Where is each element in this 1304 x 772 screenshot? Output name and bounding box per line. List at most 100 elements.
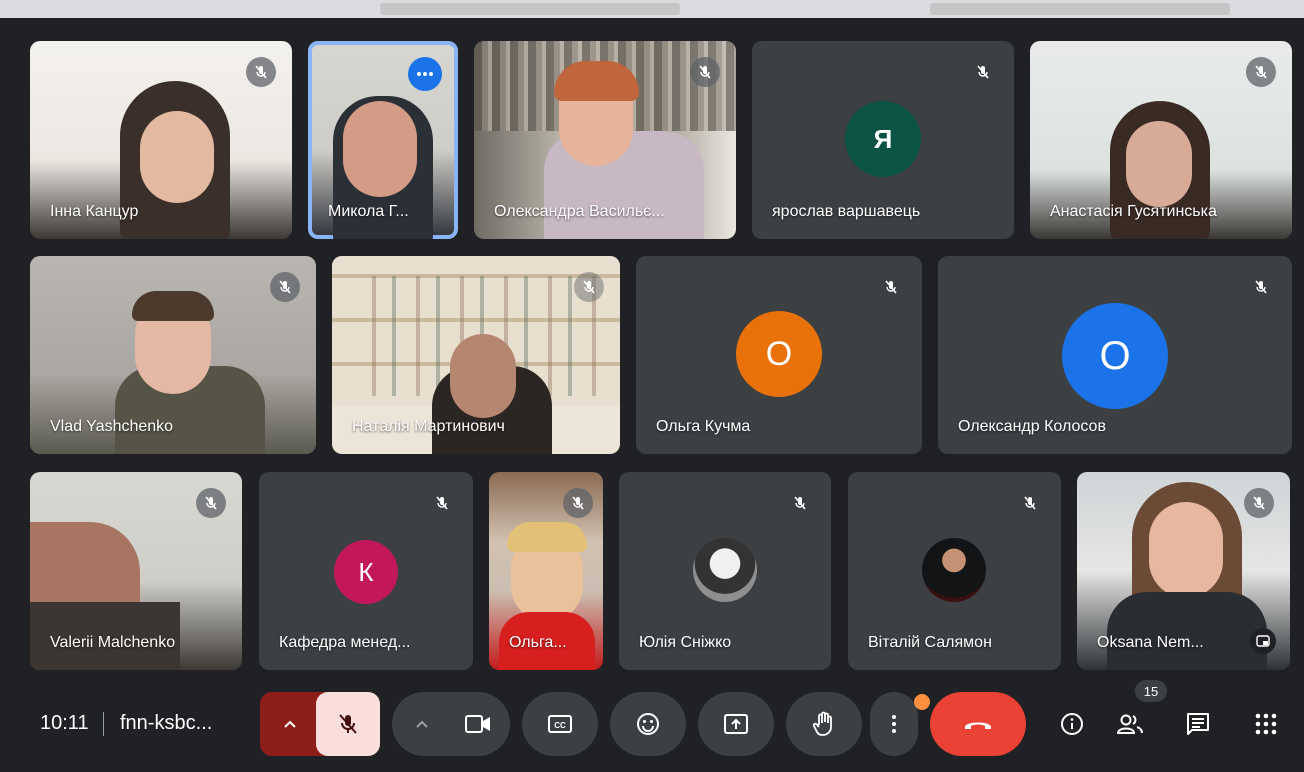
present-icon <box>724 714 748 734</box>
chevron-up-icon <box>284 720 296 728</box>
participant-tile[interactable]: Oksana Nem... <box>1077 472 1290 670</box>
activities-icon <box>1255 713 1277 735</box>
avatar: Я <box>845 101 921 177</box>
notification-dot <box>914 694 930 710</box>
video-hair <box>554 61 639 101</box>
participant-name: Микола Г... <box>328 203 409 220</box>
participant-name: Віталій Салямон <box>868 634 992 651</box>
avatar-initial: О <box>1099 333 1131 378</box>
people-button[interactable] <box>1106 700 1154 748</box>
participant-tile[interactable]: Олександра Васильє... <box>474 41 736 239</box>
participant-name: Олександра Васильє... <box>494 203 665 220</box>
participant-tile[interactable]: Микола Г... <box>308 41 458 239</box>
participant-tile[interactable]: Віталій Салямон <box>848 472 1061 670</box>
mic-off-icon <box>968 57 998 87</box>
mic-off-icon <box>1246 272 1276 302</box>
participant-name: Vlad Yashchenko <box>50 418 174 435</box>
mic-off-icon <box>690 57 720 87</box>
more-options-icon[interactable] <box>408 57 442 91</box>
chat-button[interactable] <box>1174 700 1222 748</box>
people-icon <box>1116 714 1143 734</box>
leave-call-button[interactable] <box>930 692 1026 756</box>
meeting-info-button[interactable] <box>1048 700 1096 748</box>
more-options-button[interactable] <box>870 692 918 756</box>
more-options-icon <box>892 715 896 733</box>
avatar <box>922 538 986 602</box>
mic-off-icon <box>246 57 276 87</box>
video-face <box>1149 502 1223 598</box>
chevron-up-icon <box>416 720 428 728</box>
mic-off-icon <box>427 488 457 518</box>
mic-off-icon <box>785 488 815 518</box>
browser-tab-strip <box>0 0 1304 18</box>
participant-name: ярослав варшавець <box>772 203 921 220</box>
participant-tile[interactable]: Я ярослав варшавець <box>752 41 1014 239</box>
avatar: К <box>334 540 398 604</box>
camera-icon <box>465 715 490 733</box>
info-icon <box>1061 713 1083 735</box>
present-button[interactable] <box>698 692 774 756</box>
participant-name: Наталія Мартинович <box>352 418 505 435</box>
emoji-icon <box>637 713 659 735</box>
audio-options-button[interactable] <box>266 700 314 748</box>
participant-tile[interactable]: Valerii Malchenko <box>30 472 242 670</box>
mic-off-icon <box>196 488 226 518</box>
mic-off-icon <box>574 272 604 302</box>
mic-off-icon <box>563 488 593 518</box>
raise-hand-button[interactable] <box>786 692 862 756</box>
activities-button[interactable] <box>1242 700 1290 748</box>
pip-icon[interactable] <box>1250 628 1276 654</box>
browser-tab[interactable] <box>930 3 1230 15</box>
participant-tile[interactable]: Ольга... <box>489 472 603 670</box>
browser-tab[interactable] <box>380 3 680 15</box>
video-hair <box>507 522 587 552</box>
participant-tile[interactable]: Інна Канцур <box>30 41 292 239</box>
avatar-initial: К <box>358 556 374 587</box>
mic-off-icon <box>339 714 357 734</box>
avatar-initial: Я <box>873 123 893 154</box>
camera-toggle-button[interactable] <box>446 692 510 756</box>
participant-tile[interactable]: О Ольга Кучма <box>636 256 922 454</box>
captions-icon: CC <box>548 715 572 733</box>
meeting-code: fnn-ksbc... <box>120 712 213 734</box>
video-face <box>140 111 214 203</box>
video-face <box>1126 121 1192 207</box>
participant-name: Oksana Nem... <box>1097 634 1204 651</box>
participant-name: Олександр Колосов <box>958 418 1106 435</box>
video-body <box>1107 592 1267 670</box>
end-call-icon <box>965 722 991 729</box>
meeting-time: 10:11 <box>40 712 89 734</box>
participant-name: Інна Канцур <box>50 203 139 220</box>
participant-tile[interactable]: Юлія Сніжко <box>619 472 831 670</box>
mic-off-icon <box>876 272 906 302</box>
avatar <box>693 538 757 602</box>
mic-off-icon <box>270 272 300 302</box>
video-face <box>343 101 417 197</box>
chat-icon <box>1187 713 1209 735</box>
participant-tile[interactable]: О Олександр Колосов <box>938 256 1292 454</box>
participant-name: Кафедра менед... <box>279 634 411 651</box>
mic-toggle-button[interactable] <box>316 692 380 756</box>
participant-name: Юлія Сніжко <box>639 634 732 651</box>
participant-name: Анастасія Гусятинська <box>1050 203 1217 220</box>
emoji-button[interactable] <box>610 692 686 756</box>
mic-off-icon <box>1246 57 1276 87</box>
participant-tile[interactable]: Vlad Yashchenko <box>30 256 316 454</box>
captions-button[interactable]: CC <box>522 692 598 756</box>
participant-name: Ольга... <box>509 634 567 651</box>
participant-tile[interactable]: К Кафедра менед... <box>259 472 473 670</box>
participant-tile[interactable]: Анастасія Гусятинська <box>1030 41 1292 239</box>
participant-name: Ольга Кучма <box>656 418 751 435</box>
video-face <box>450 334 516 418</box>
svg-text:CC: CC <box>554 721 566 730</box>
raise-hand-icon <box>813 711 832 736</box>
participant-count-badge: 15 <box>1135 680 1167 702</box>
participant-name: Valerii Malchenko <box>50 634 176 651</box>
avatar: О <box>1062 303 1168 409</box>
video-hair <box>132 291 214 321</box>
mic-off-icon <box>1015 488 1045 518</box>
participant-tile[interactable]: Наталія Мартинович <box>332 256 620 454</box>
video-options-button[interactable] <box>398 700 446 748</box>
mic-off-icon <box>1244 488 1274 518</box>
divider <box>103 712 104 736</box>
